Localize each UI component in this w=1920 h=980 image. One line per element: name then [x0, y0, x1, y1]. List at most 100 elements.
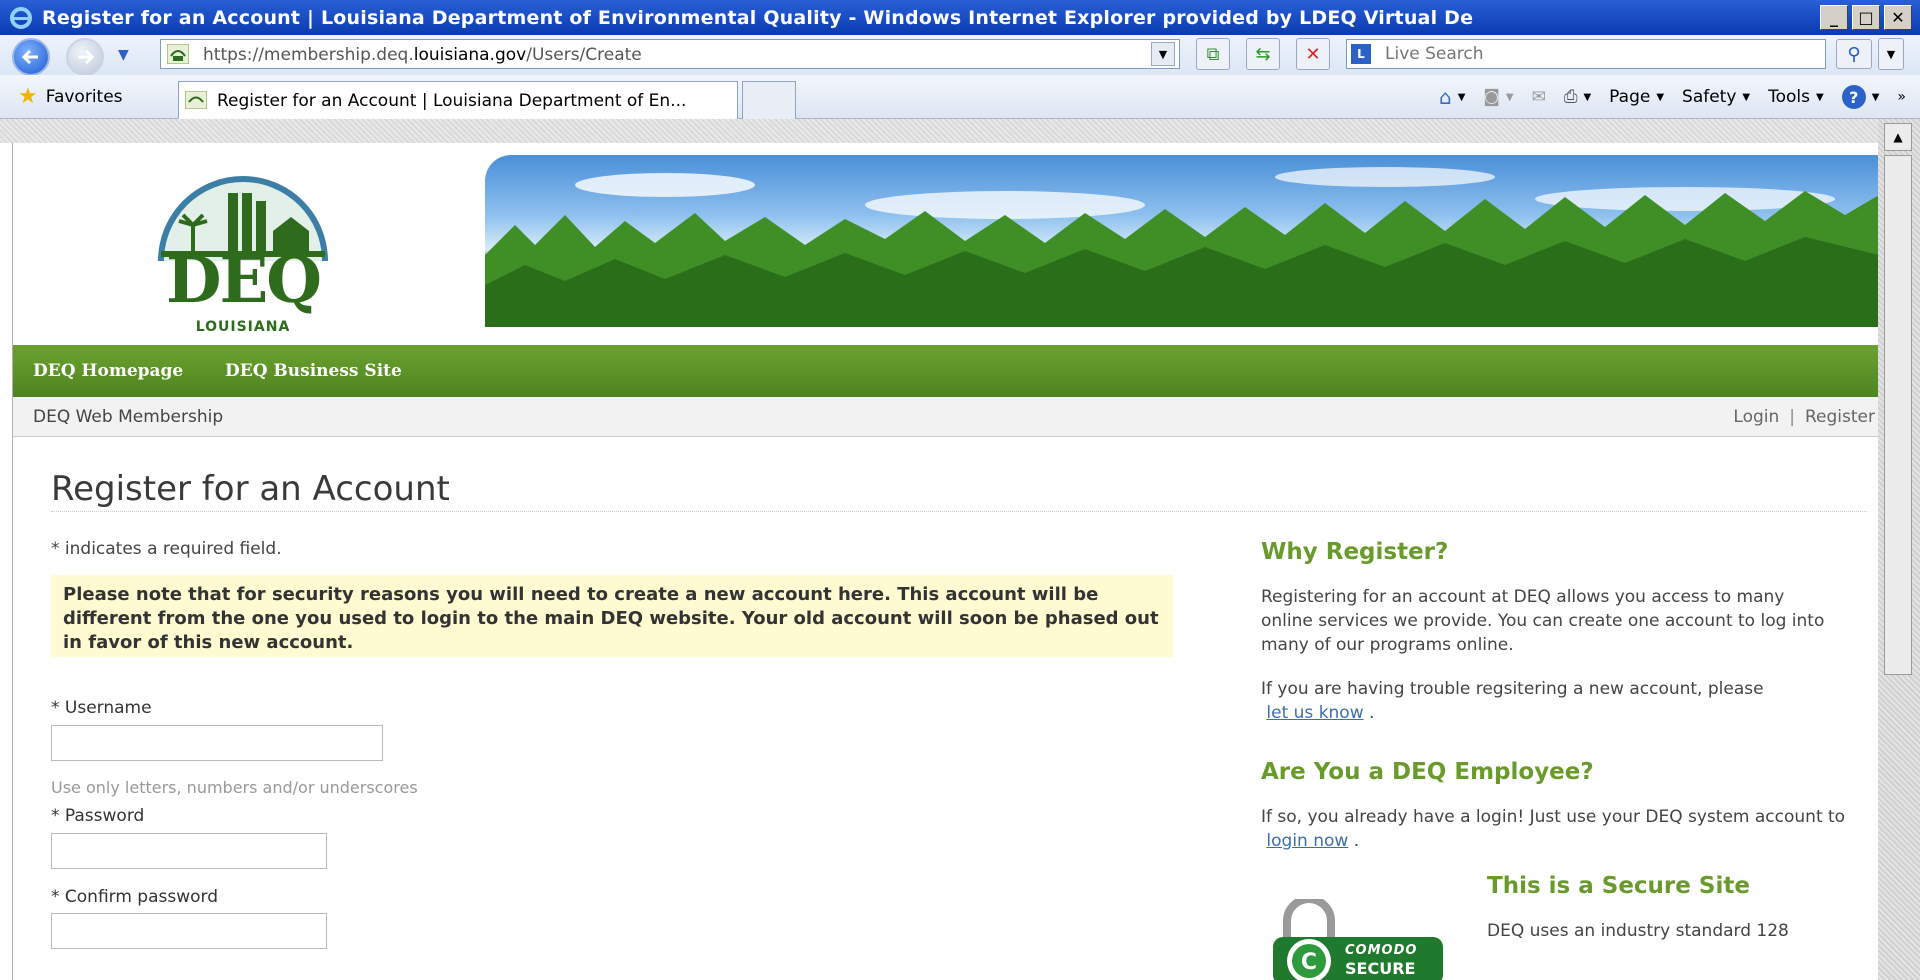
password-input[interactable] [51, 833, 327, 869]
rss-icon: ◙ [1483, 87, 1500, 107]
home-icon: ⌂ [1439, 85, 1452, 109]
main-navigation: DEQ Homepage DEQ Business Site [13, 345, 1878, 397]
read-mail-button[interactable]: ✉ [1532, 87, 1546, 107]
trouble-text-end: . [1369, 703, 1375, 723]
login-link[interactable]: Login [1733, 407, 1779, 427]
forward-button[interactable] [66, 38, 104, 76]
refresh-button[interactable]: ⇆ [1246, 38, 1280, 70]
chevron-down-icon: ▼ [1871, 91, 1880, 103]
back-arrow-icon [22, 49, 38, 65]
url-host: louisiana.gov [413, 45, 527, 65]
username-input[interactable] [51, 725, 383, 761]
sub-navigation: DEQ Web Membership Login | Register [13, 397, 1878, 437]
page-viewport: DEQ LOUISIANA DEQ Homepage DEQ Business … [12, 143, 1878, 980]
employee-text: If so, you already have a login! Just us… [1261, 805, 1851, 853]
chevron-down-icon: ▼ [1583, 91, 1592, 103]
confirm-password-input[interactable] [51, 913, 327, 949]
auth-links: Login | Register [1733, 407, 1875, 427]
register-link[interactable]: Register [1805, 407, 1875, 427]
deq-logo[interactable]: DEQ LOUISIANA [143, 171, 343, 335]
safety-menu-label: Safety [1682, 87, 1737, 107]
compatibility-icon: ⧉ [1206, 43, 1220, 65]
close-window-button[interactable]: ✕ [1884, 5, 1912, 30]
comodo-secure-seal[interactable]: C COMODO SECURE [1269, 895, 1449, 980]
favorites-button[interactable]: ★ Favorites [18, 84, 123, 109]
chevron-down-icon: ▼ [1505, 91, 1514, 103]
chevron-down-icon: ▼ [1656, 91, 1665, 103]
favorites-label: Favorites [45, 86, 123, 107]
chevron-down-icon: ▼ [1886, 47, 1896, 61]
live-search-icon: L [1351, 44, 1371, 64]
username-hint: Use only letters, numbers and/or undersc… [51, 778, 418, 797]
minimize-button[interactable]: _ [1820, 5, 1848, 30]
window-controls: _ □ ✕ [1820, 5, 1912, 30]
star-icon: ★ [18, 84, 38, 109]
printer-icon: ⎙ [1563, 87, 1578, 107]
tools-menu-label: Tools [1768, 87, 1811, 107]
browser-tab-active[interactable]: Register for an Account | Louisiana Depa… [178, 81, 738, 119]
employee-text-end: . [1353, 831, 1360, 851]
search-go-button[interactable]: ⚲ [1836, 39, 1872, 69]
help-button[interactable]: ? ▼ [1841, 85, 1880, 109]
required-field-note: * indicates a required field. [51, 539, 282, 559]
forward-arrow-icon [78, 49, 94, 65]
trouble-text-body: If you are having trouble regsitering a … [1261, 679, 1764, 699]
tab-favicon-icon [185, 91, 207, 109]
why-register-text: Registering for an account at DEQ allows… [1261, 587, 1825, 655]
url-text: https://membership.deq.louisiana.gov/Use… [203, 45, 642, 65]
mail-icon: ✉ [1531, 87, 1546, 107]
site-favicon-icon [167, 44, 189, 64]
ie-logo-icon [10, 7, 32, 29]
forest-banner-image [485, 155, 1878, 327]
forest-illustration [485, 167, 1878, 327]
arrow-up-icon: ▲ [1893, 130, 1903, 144]
let-us-know-link[interactable]: let us know [1266, 703, 1363, 723]
comodo-top-label: COMODO [1345, 943, 1418, 958]
security-notice: Please note that for security reasons yo… [51, 575, 1173, 657]
auth-separator: | [1789, 407, 1795, 427]
page-title: Register for an Account [51, 469, 450, 509]
history-dropdown-icon[interactable]: ▼ [118, 47, 129, 63]
site-banner: DEQ LOUISIANA [13, 155, 1878, 345]
stop-button[interactable]: ✕ [1296, 38, 1330, 70]
employee-heading: Are You a DEQ Employee? [1261, 759, 1594, 785]
live-search-box[interactable]: L [1346, 39, 1826, 69]
logo-wordmark: DEQ [165, 243, 322, 318]
secure-site-text: DEQ uses an industry standard 128 [1487, 921, 1789, 941]
page-menu-label: Page [1609, 87, 1651, 107]
tab-label: Register for an Account | Louisiana Depa… [217, 90, 687, 111]
home-button[interactable]: ⌂ ▼ [1439, 85, 1465, 109]
nav-deq-business-site[interactable]: DEQ Business Site [225, 361, 402, 381]
login-now-link[interactable]: login now [1266, 831, 1348, 851]
more-chevron[interactable]: » [1897, 89, 1906, 105]
address-bar[interactable]: https://membership.deq.louisiana.gov/Use… [160, 39, 1180, 69]
search-input[interactable] [1383, 42, 1817, 66]
chevron-down-icon: ▼ [1742, 91, 1751, 103]
svg-text:C: C [1301, 950, 1317, 975]
scroll-thumb[interactable] [1884, 155, 1912, 675]
command-bar: ⌂ ▼ ◙ ▼ ✉ ⎙ ▼ Page ▼ Safety ▼ Tools ▼ ? ▼ » [1439, 85, 1906, 109]
employee-text-body: If so, you already have a login! Just us… [1261, 807, 1846, 827]
refresh-icon: ⇆ [1255, 43, 1271, 65]
password-label: * Password [51, 806, 145, 826]
search-options-button[interactable]: ▼ [1878, 38, 1904, 70]
compatibility-view-button[interactable]: ⧉ [1196, 38, 1230, 70]
maximize-button[interactable]: □ [1852, 5, 1880, 30]
favorites-bar: ★ Favorites Register for an Account | Lo… [0, 75, 1920, 119]
print-button[interactable]: ⎙ ▼ [1564, 87, 1591, 107]
page-menu[interactable]: Page ▼ [1609, 87, 1664, 107]
address-toolbar: ▼ https://membership.deq.louisiana.gov/U… [0, 35, 1920, 76]
back-button[interactable] [12, 38, 50, 76]
url-dropdown-button[interactable]: ▼ [1151, 42, 1175, 66]
scroll-up-button[interactable]: ▲ [1884, 123, 1912, 151]
new-tab-button[interactable] [742, 81, 796, 119]
tools-menu[interactable]: Tools ▼ [1768, 87, 1824, 107]
vertical-scrollbar[interactable]: ▲ [1878, 119, 1920, 980]
secure-site-heading: This is a Secure Site [1487, 873, 1750, 899]
nav-deq-homepage[interactable]: DEQ Homepage [33, 361, 183, 381]
window-titlebar: Register for an Account | Louisiana Depa… [0, 0, 1920, 35]
safety-menu[interactable]: Safety ▼ [1682, 87, 1750, 107]
feeds-button[interactable]: ◙ ▼ [1483, 87, 1513, 107]
site-name: DEQ Web Membership [33, 407, 224, 427]
magnifier-icon: ⚲ [1847, 43, 1861, 65]
